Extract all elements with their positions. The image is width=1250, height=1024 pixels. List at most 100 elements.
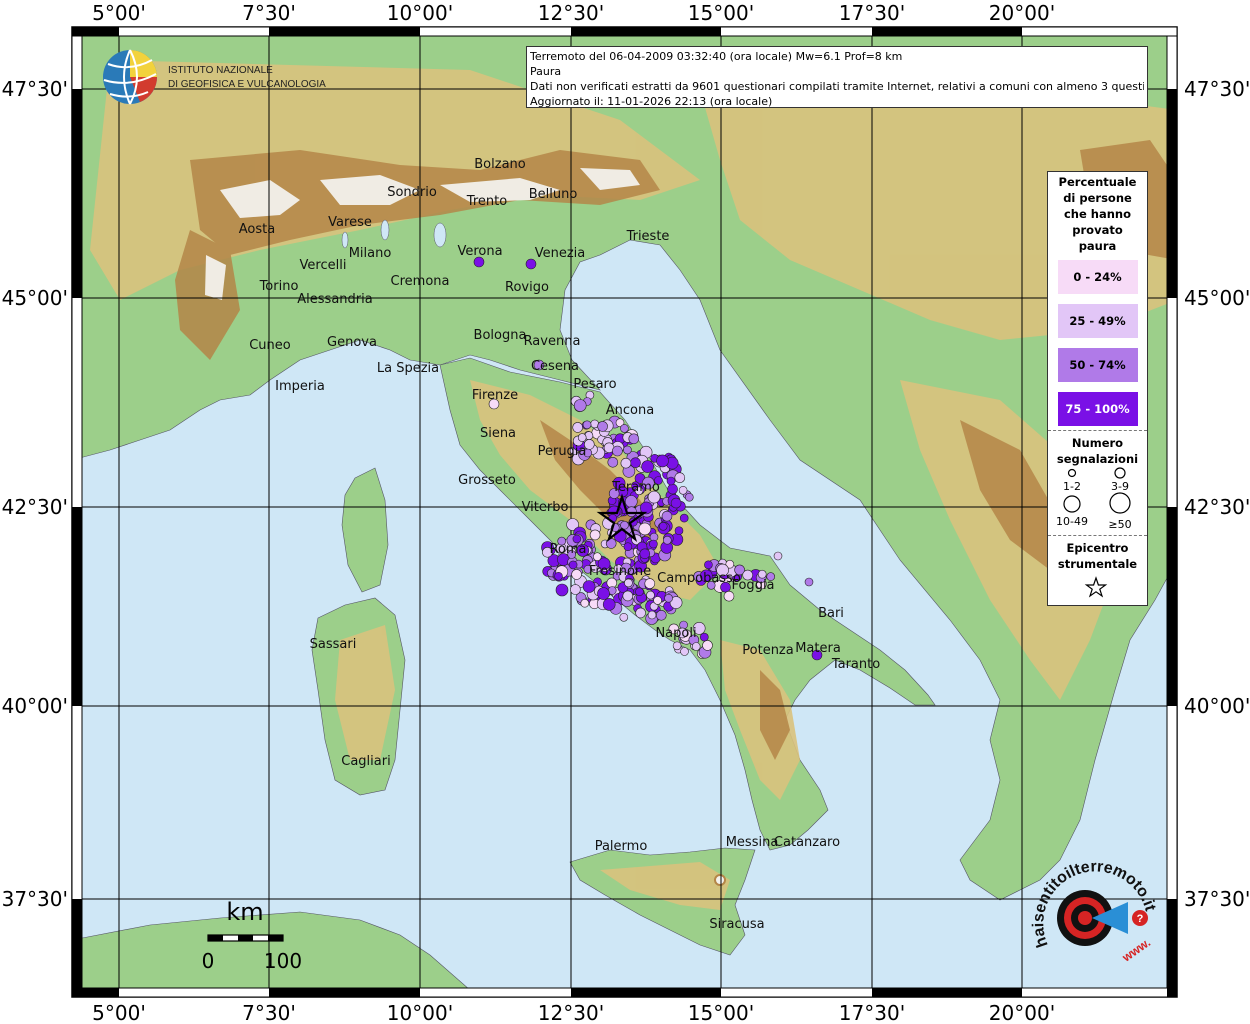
report-marker: [597, 421, 608, 432]
legend-title-line: Percentuale: [1058, 175, 1137, 189]
report-marker: [641, 460, 654, 473]
report-marker: [572, 422, 584, 433]
report-marker: [674, 526, 684, 536]
city-label: Viterbo: [522, 500, 569, 515]
lon-label: 17°30': [839, 1, 905, 25]
report-marker: [658, 521, 668, 531]
report-marker: [555, 583, 569, 597]
lat-label: 42°30': [2, 495, 68, 519]
haisentito-logo: haisentitoilterremoto.it www. ?: [1030, 850, 1160, 980]
city-label: Milano: [349, 246, 392, 261]
legend-class-75-100: 75 - 100%: [1057, 392, 1138, 426]
report-marker: [568, 560, 578, 570]
report-marker: [655, 609, 667, 621]
lon-label: 12°30': [538, 1001, 604, 1024]
legend-title-line: che hanno: [1063, 207, 1132, 221]
lat-label: 45°00': [1184, 286, 1250, 310]
lon-label: 10°00': [387, 1001, 453, 1024]
report-marker: [653, 596, 662, 605]
legend-title-line: di persone: [1063, 191, 1132, 205]
city-label: Belluno: [529, 187, 578, 202]
report-marker: [628, 433, 640, 445]
scale-max: 100: [264, 949, 302, 973]
globe-icon: ISTITUTO NAZIONALE DI GEOFISICA E VULCAN…: [103, 49, 326, 105]
report-marker: [691, 642, 701, 651]
lon-label: 20°00': [989, 1, 1055, 25]
report-marker: [678, 485, 688, 495]
city-label: Teramo: [611, 480, 660, 495]
count-title-line: Numero: [1071, 436, 1124, 450]
longitude-labels-top: 5°00' 7°30' 10°00' 12°30' 15°00' 17°30' …: [92, 1, 1055, 25]
lat-label: 37°30': [1184, 887, 1250, 911]
report-marker: [612, 445, 623, 457]
lat-label: 42°30': [1184, 495, 1250, 519]
report-marker: [554, 571, 563, 581]
count-3-9: 3-9: [1111, 480, 1129, 493]
count-title-line: segnalazioni: [1056, 452, 1139, 466]
report-marker: [592, 552, 602, 562]
report-marker: [656, 454, 669, 468]
report-marker: [804, 577, 814, 587]
event-info-box: Terremoto del 06-04-2009 03:32:40 (ora l…: [526, 46, 1148, 108]
city-label: Bolzano: [474, 157, 526, 172]
city-label: Genova: [327, 335, 377, 350]
count-size-key: 1-2 3-9 10-49 ≥50: [1056, 467, 1132, 531]
legend-class-0-24: 0 - 24%: [1057, 260, 1138, 294]
legend-class-50-74: 50 - 74%: [1057, 348, 1138, 382]
lat-label: 47°30': [2, 77, 68, 101]
count-50-plus: ≥50: [1108, 518, 1131, 531]
lon-label: 20°00': [989, 1001, 1055, 1024]
lon-label: 12°30': [538, 1, 604, 25]
lon-label: 10°00': [387, 1, 453, 25]
report-marker: [674, 472, 686, 484]
report-marker: [647, 610, 657, 620]
update-time: Aggiornato il: 11-01-2026 22:13 (ora loc…: [530, 95, 773, 108]
report-marker: [704, 560, 713, 570]
report-marker: [635, 607, 646, 619]
report-marker: [571, 569, 582, 580]
lon-label: 15°00': [688, 1, 754, 25]
report-marker: [626, 506, 637, 518]
report-marker: [620, 424, 629, 433]
city-label: Cesena: [531, 359, 579, 374]
city-label: Foggia: [731, 578, 774, 593]
report-marker: [619, 612, 629, 622]
report-marker: [623, 542, 633, 552]
legend-class-25-49: 25 - 49%: [1057, 304, 1138, 338]
city-label: Cuneo: [249, 338, 291, 353]
data-note: Dati non verificati estratti da 9601 que…: [530, 80, 1144, 93]
report-marker: [624, 495, 638, 508]
latitude-labels-left: 47°30' 45°00' 42°30' 40°00' 37°30': [2, 77, 68, 911]
city-label: Imperia: [275, 379, 325, 394]
city-label: Campobasso: [657, 571, 741, 586]
city-label: La Spezia: [377, 361, 439, 376]
city-label: Aosta: [239, 222, 275, 237]
city-label: Cremona: [391, 274, 450, 289]
report-marker: [670, 497, 682, 509]
lon-label: 15°00': [688, 1001, 754, 1024]
report-marker: [573, 399, 587, 412]
lat-label: 47°30': [1184, 77, 1250, 101]
etna-marker: [714, 874, 726, 886]
report-marker: [680, 647, 689, 656]
city-label: Venezia: [535, 246, 586, 261]
report-marker: [662, 535, 672, 545]
city-label: Trieste: [626, 229, 670, 244]
city-label: Ravenna: [524, 334, 581, 349]
city-label: Trento: [466, 194, 507, 209]
longitude-labels-bottom: 5°00' 7°30' 10°00' 12°30' 15°00' 17°30' …: [92, 1001, 1055, 1024]
report-marker: [635, 587, 644, 597]
report-marker: [699, 632, 709, 642]
lon-label: 5°00': [92, 1, 146, 25]
city-label: Grosseto: [458, 473, 516, 488]
city-label: Potenza: [742, 643, 793, 658]
report-marker: [664, 593, 673, 603]
city-label: Bologna: [474, 328, 527, 343]
report-marker: [666, 476, 676, 486]
report-marker: [679, 513, 689, 523]
scale-min: 0: [202, 949, 215, 973]
legend-star-icon: [1084, 576, 1108, 598]
report-marker: [580, 598, 590, 608]
lon-label: 7°30': [242, 1001, 296, 1024]
city-label: Ancona: [606, 403, 654, 418]
